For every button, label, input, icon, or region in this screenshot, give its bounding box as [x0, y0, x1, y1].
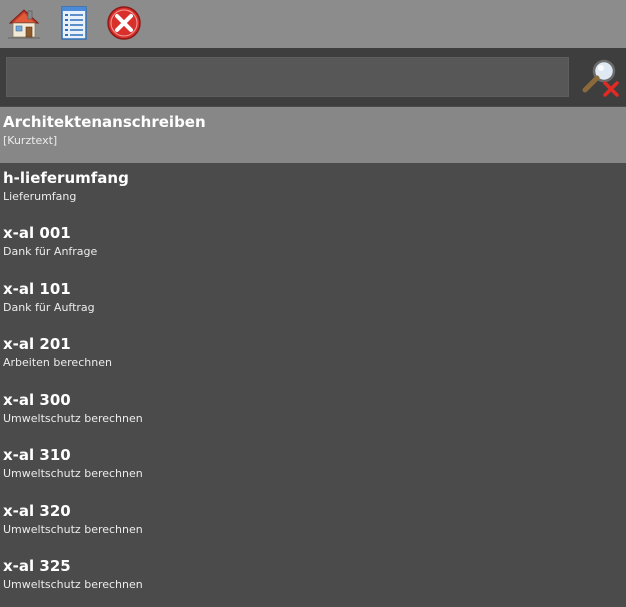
item-subtitle: [Kurztext]: [3, 134, 58, 147]
item-title: x-al 320: [3, 501, 71, 520]
list-item[interactable]: x-al 201 Arbeiten berechnen: [0, 329, 626, 385]
list-item[interactable]: x-al 300 Umweltschutz berechnen: [0, 385, 626, 441]
item-title: x-al 201: [3, 335, 71, 353]
list-item[interactable]: x-al 101 Dank für Auftrag: [0, 274, 626, 330]
document-list-button[interactable]: [55, 4, 93, 42]
list-item[interactable]: Architektenanschreiben [Kurztext]: [0, 107, 626, 163]
document-list-icon: [61, 6, 87, 40]
item-title: x-al 101: [3, 279, 71, 298]
item-title: h-lieferumfang: [3, 168, 129, 187]
list-item[interactable]: x-al 320 Umweltschutz berechnen: [0, 496, 626, 552]
item-title: x-al 001: [3, 224, 71, 242]
toolbar: [0, 0, 626, 48]
search-clear-icon: [582, 59, 619, 97]
home-button[interactable]: [5, 4, 43, 42]
item-title: x-al 310: [3, 446, 71, 464]
close-button[interactable]: [105, 4, 143, 42]
item-subtitle: Arbeiten berechnen: [3, 356, 112, 369]
item-title: Architektenanschreiben: [3, 113, 206, 131]
item-title: x-al 300: [3, 390, 71, 409]
list-item[interactable]: x-al 325 Umweltschutz berechnen: [0, 551, 626, 607]
result-list: Architektenanschreiben [Kurztext] h-lief…: [0, 107, 626, 607]
search-input[interactable]: [6, 57, 569, 97]
close-circle-icon: [107, 6, 141, 40]
item-subtitle: Umweltschutz berechnen: [3, 522, 143, 536]
item-title: x-al 325: [3, 557, 71, 575]
item-subtitle: Dank für Anfrage: [3, 245, 98, 258]
item-subtitle: Lieferumfang: [3, 189, 77, 203]
search-bar: [0, 48, 626, 106]
item-subtitle: Umweltschutz berechnen: [3, 467, 143, 480]
list-item[interactable]: x-al 001 Dank für Anfrage: [0, 218, 626, 274]
item-subtitle: Umweltschutz berechnen: [3, 411, 143, 425]
search-clear-button[interactable]: [580, 56, 622, 98]
home-icon: [8, 9, 40, 39]
item-subtitle: Dank für Auftrag: [3, 300, 95, 314]
list-item[interactable]: x-al 310 Umweltschutz berechnen: [0, 440, 626, 496]
list-item[interactable]: h-lieferumfang Lieferumfang: [0, 163, 626, 219]
item-subtitle: Umweltschutz berechnen: [3, 578, 143, 591]
